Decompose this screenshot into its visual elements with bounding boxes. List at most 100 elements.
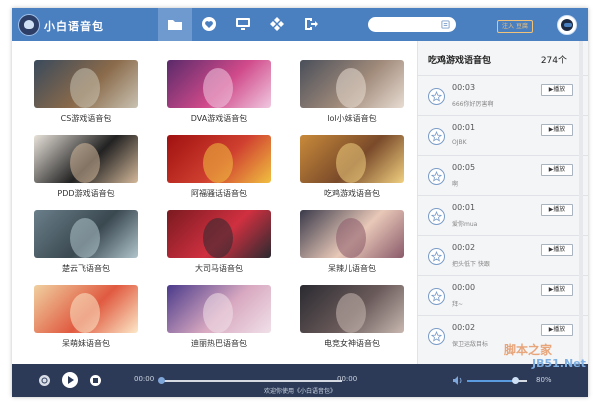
folder-icon [168,20,182,30]
star-icon[interactable] [428,168,445,185]
monitor-icon [236,18,250,30]
voice-pack-label: 阿福骚话语音包 [191,189,247,198]
volume-percent: 80% [536,376,552,384]
star-icon[interactable] [428,328,445,345]
list-item[interactable]: 00:05 啊 ▶播放 [418,155,588,196]
star-icon[interactable] [428,128,445,145]
star-icon[interactable] [428,88,445,105]
login-button[interactable]: 注入 豆腐 [497,20,533,33]
play-clip-button[interactable]: ▶播放 [541,244,573,256]
thumbnail-figure [336,293,366,333]
clip-description: 啊 [452,181,459,188]
voice-pack-label: 电竞女神语音包 [324,339,380,348]
voice-pack-thumbnail[interactable] [167,285,271,333]
voice-pack-label: lol小妹语音包 [327,114,377,123]
volume-fill [467,380,515,382]
thumbnail-figure [70,293,100,333]
volume-icon[interactable] [452,375,463,386]
clip-duration: 00:02 [452,243,476,252]
clip-duration: 00:01 [452,203,476,212]
nav-gamepad-button[interactable] [260,8,294,41]
thumbnail-figure [70,68,100,108]
voice-list-title: 吃鸡游戏语音包 [428,56,492,66]
nav-folder-button[interactable] [158,8,192,41]
avatar[interactable] [557,15,577,35]
play-clip-button[interactable]: ▶播放 [541,84,573,96]
exit-icon [305,18,318,30]
voice-pack-label: 吃鸡游戏语音包 [324,189,380,198]
star-icon[interactable] [428,248,445,265]
thumbnail-figure [336,143,366,183]
voice-pack-label: 楚云飞语音包 [62,264,110,273]
app-window: 小白语音包 注入 豆腐 CS游戏语音包 DVA游戏语音包 lol小妹语音包 PDD游戏… [12,8,588,397]
clip-description: 保卫运敌目标 [452,341,489,348]
voice-pack-label: 迪丽热巴语音包 [191,339,247,348]
clip-description: 拜~ [452,301,464,308]
top-bar: 小白语音包 注入 豆腐 [12,8,588,41]
thumbnail-figure [203,143,233,183]
list-item[interactable]: 00:01 爱你mua ▶播放 [418,195,588,236]
watermark-text: 脚本之家 [504,343,553,357]
voice-pack-label: CS游戏语音包 [60,114,112,123]
voice-pack-label: DVA游戏语音包 [190,114,248,123]
voice-pack-thumbnail[interactable] [300,135,404,183]
voice-pack-thumbnail[interactable] [167,210,271,258]
clip-duration: 00:00 [452,283,476,292]
clip-description: 爱你mua [452,221,478,228]
play-clip-button[interactable]: ▶播放 [541,324,573,336]
voice-pack-grid: CS游戏语音包 DVA游戏语音包 lol小妹语音包 PDD游戏语音包 阿福骚话语音包 吃鸡… [12,41,417,364]
nav-exit-button[interactable] [294,8,328,41]
voice-pack-thumbnail[interactable] [167,60,271,108]
star-icon[interactable] [428,288,445,305]
nav-monitor-button[interactable] [226,8,260,41]
total-time: 00:00 [337,375,358,383]
list-item[interactable]: 00:02 把头低下 快跟 ▶播放 [418,235,588,276]
list-item[interactable]: 00:03 666你好厉害啊 ▶播放 [418,75,588,116]
voice-pack-label: PDD游戏语音包 [57,189,115,198]
list-item[interactable]: 00:02 保卫运敌目标 ▶播放 [418,315,588,356]
progress-track[interactable] [162,380,342,382]
clip-description: OJBK [452,139,467,146]
play-clip-button[interactable]: ▶播放 [541,164,573,176]
voice-pack-label: 呆辣儿语音包 [328,264,376,273]
thumbnail-figure [336,68,366,108]
voice-pack-thumbnail[interactable] [300,60,404,108]
play-clip-button[interactable]: ▶播放 [541,124,573,136]
search-icon[interactable] [441,20,450,29]
progress-knob[interactable] [158,377,165,384]
volume-knob[interactable] [512,377,519,384]
clip-duration: 00:02 [452,323,476,332]
list-item[interactable]: 00:01 OJBK ▶播放 [418,115,588,156]
clip-duration: 00:01 [452,123,476,132]
play-clip-button[interactable]: ▶播放 [541,204,573,216]
clip-duration: 00:05 [452,163,476,172]
thumbnail-figure [203,68,233,108]
clip-description: 666你好厉害啊 [452,101,494,108]
scrollbar[interactable] [578,41,584,364]
player-bar: 00:00 00:00 欢迎你使用《小白语音包》 80% [12,364,588,397]
voice-pack-thumbnail[interactable] [34,135,138,183]
play-clip-button[interactable]: ▶播放 [541,284,573,296]
nav-favorite-button[interactable] [192,8,226,41]
voice-pack-thumbnail[interactable] [300,210,404,258]
clip-duration: 00:03 [452,83,476,92]
prev-button[interactable] [39,375,50,386]
now-playing-text: 欢迎你使用《小白语音包》 [263,388,336,395]
search-input[interactable] [368,17,456,32]
refresh-icon [41,377,48,384]
thumbnail-figure [203,293,233,333]
voice-pack-thumbnail[interactable] [34,285,138,333]
gamepad-icon [270,17,284,31]
list-item[interactable]: 00:00 拜~ ▶播放 [418,275,588,316]
watermark-domain: JB51.Net [532,357,586,370]
voice-pack-thumbnail[interactable] [34,210,138,258]
app-logo-icon [18,14,40,36]
star-icon[interactable] [428,208,445,225]
voice-pack-thumbnail[interactable] [167,135,271,183]
voice-pack-thumbnail[interactable] [34,60,138,108]
stop-button[interactable] [90,375,101,386]
voice-pack-label: 大司马语音包 [195,264,243,273]
app-title: 小白语音包 [44,20,104,33]
thumbnail-figure [336,218,366,258]
voice-pack-thumbnail[interactable] [300,285,404,333]
